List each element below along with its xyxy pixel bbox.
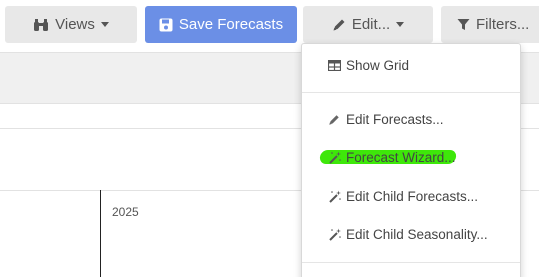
magic-wand-icon xyxy=(328,228,342,242)
pencil-icon xyxy=(332,18,346,32)
menu-item-label: Show Grid xyxy=(346,58,410,73)
menu-item-edit-child-seasonality[interactable]: Edit Child Seasonality... xyxy=(328,227,488,242)
timeline-marker xyxy=(100,190,101,277)
save-icon xyxy=(159,18,173,32)
filters-button[interactable]: Filters... xyxy=(441,6,539,43)
pencil-icon xyxy=(328,113,342,127)
binoculars-icon xyxy=(33,18,49,32)
filter-icon xyxy=(457,18,470,31)
menu-item-label: Edit Forecasts... xyxy=(346,112,444,127)
magic-wand-icon xyxy=(328,151,342,165)
table-icon xyxy=(328,59,342,73)
year-label: 2025 xyxy=(112,205,139,219)
menu-item-forecast-wizard[interactable]: Forecast Wizard... xyxy=(328,150,456,165)
views-label: Views xyxy=(55,16,95,33)
save-forecasts-label: Save Forecasts xyxy=(178,16,284,33)
chevron-down-icon xyxy=(396,22,405,27)
menu-item-label: Edit Child Seasonality... xyxy=(346,227,488,242)
magic-wand-icon xyxy=(328,190,342,204)
menu-item-label: Forecast Wizard... xyxy=(346,150,456,165)
filters-label: Filters... xyxy=(476,16,530,33)
chevron-down-icon xyxy=(100,22,109,27)
edit-label: Edit... xyxy=(351,16,391,33)
save-forecasts-button[interactable]: Save Forecasts xyxy=(145,6,297,43)
menu-item-edit-forecasts[interactable]: Edit Forecasts... xyxy=(328,112,444,127)
menu-item-label: Edit Child Forecasts... xyxy=(346,189,479,204)
menu-divider xyxy=(302,262,520,263)
menu-item-show-grid[interactable]: Show Grid xyxy=(328,58,409,73)
edit-dropdown-menu: Show Grid Edit Forecasts... Forecast Wiz… xyxy=(301,43,521,277)
edit-button[interactable]: Edit... xyxy=(303,6,433,43)
views-button[interactable]: Views xyxy=(5,6,137,43)
menu-item-edit-child-forecasts[interactable]: Edit Child Forecasts... xyxy=(328,189,478,204)
menu-divider xyxy=(302,92,520,93)
